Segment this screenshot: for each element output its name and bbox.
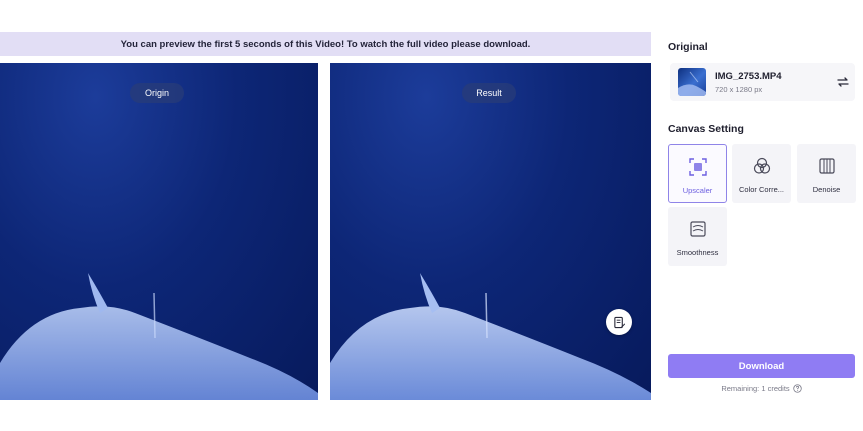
remaining-credits: Remaining: 1 credits	[668, 384, 855, 393]
swap-icon[interactable]	[836, 75, 850, 89]
result-preview: Result	[330, 63, 651, 400]
result-label: Result	[462, 83, 516, 103]
settings-panel: Original IMG_2753.MP4 720 x 1280 px Canv…	[659, 0, 863, 431]
preview-notice-bar: You can preview the first 5 seconds of t…	[0, 32, 651, 56]
result-label-text: Result	[476, 88, 502, 98]
tool-upscaler-label: Upscaler	[682, 186, 713, 195]
tool-color-correction[interactable]: Color Corre...	[732, 144, 791, 203]
edit-note-icon	[613, 316, 625, 328]
download-button[interactable]: Download	[668, 354, 855, 378]
origin-video-frame	[0, 273, 318, 400]
tool-denoise-label: Denoise	[812, 185, 841, 194]
canvas-setting-title: Canvas Setting	[668, 123, 744, 135]
remaining-credits-text: Remaining: 1 credits	[721, 384, 790, 393]
file-name: IMG_2753.MP4	[715, 71, 782, 82]
origin-label: Origin	[130, 83, 184, 103]
smoothness-icon	[689, 221, 706, 237]
tool-color-correction-label: Color Corre...	[738, 185, 784, 194]
file-dimensions: 720 x 1280 px	[715, 85, 763, 94]
denoise-icon	[818, 158, 835, 174]
original-section-title: Original	[668, 41, 708, 53]
thumbnail-image-icon	[678, 71, 706, 96]
tool-smoothness[interactable]: Smoothness	[668, 207, 727, 266]
tool-upscaler[interactable]: Upscaler	[668, 144, 727, 203]
file-thumbnail	[678, 68, 706, 96]
help-icon[interactable]	[793, 384, 802, 393]
origin-preview: Origin	[0, 63, 318, 400]
origin-label-text: Origin	[144, 88, 169, 98]
result-video-frame	[330, 273, 651, 400]
edit-note-button[interactable]	[606, 309, 632, 335]
original-file-card: IMG_2753.MP4 720 x 1280 px	[670, 63, 855, 101]
upscaler-icon	[688, 158, 707, 176]
preview-notice-text: You can preview the first 5 seconds of t…	[120, 38, 531, 50]
tool-smoothness-label: Smoothness	[676, 248, 719, 257]
color-correction-icon	[753, 157, 770, 174]
tool-denoise[interactable]: Denoise	[797, 144, 856, 203]
